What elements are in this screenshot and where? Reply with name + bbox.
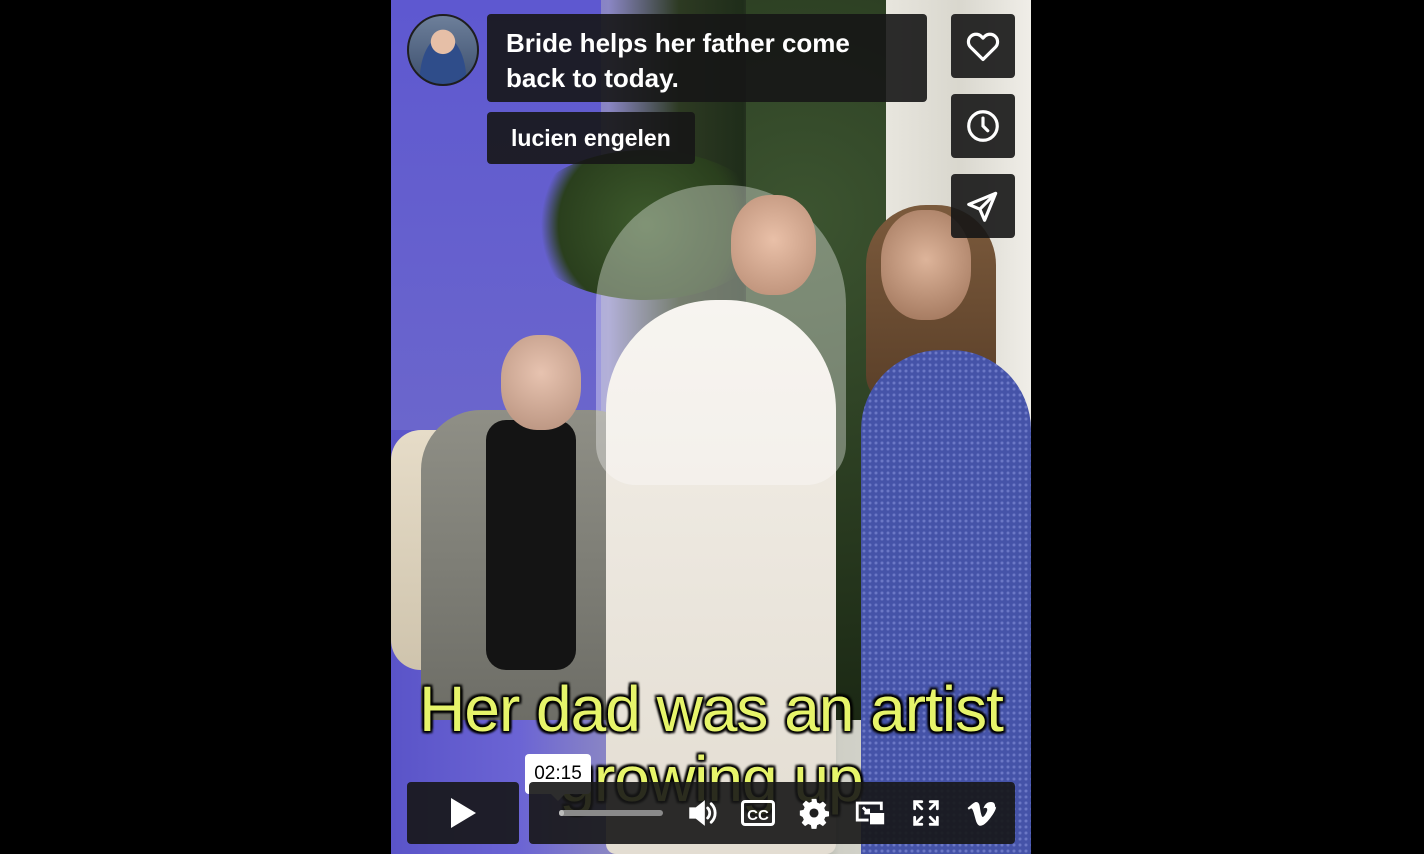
- video-frame-bride-head: [731, 195, 816, 295]
- fullscreen-button[interactable]: [908, 795, 944, 831]
- play-button[interactable]: [407, 782, 519, 844]
- volume-icon: [689, 800, 717, 826]
- video-player[interactable]: Her dad was an artist growing up Bride h…: [391, 0, 1031, 854]
- like-button[interactable]: [951, 14, 1015, 78]
- video-frame-father-shirt: [486, 420, 576, 670]
- video-title-box[interactable]: Bride helps her father come back to toda…: [487, 14, 927, 102]
- vimeo-logo-icon: [967, 801, 997, 826]
- author-avatar[interactable]: [407, 14, 479, 86]
- cc-icon: CC: [741, 800, 775, 826]
- video-title[interactable]: Bride helps her father come back to toda…: [506, 26, 916, 96]
- captions-button[interactable]: CC: [740, 795, 776, 831]
- vimeo-logo-button[interactable]: [964, 795, 1000, 831]
- gear-icon: [799, 798, 830, 829]
- video-frame-father-head: [501, 335, 581, 430]
- picture-in-picture-icon: [855, 801, 885, 825]
- progress-track[interactable]: [559, 810, 663, 816]
- progress-fill: [559, 810, 565, 816]
- play-icon: [451, 798, 476, 828]
- control-bar: CC: [407, 782, 1015, 844]
- video-caption-line-1: Her dad was an artist: [419, 673, 1004, 745]
- watch-later-button[interactable]: [951, 94, 1015, 158]
- pip-button[interactable]: [852, 795, 888, 831]
- share-button[interactable]: [951, 174, 1015, 238]
- paper-plane-icon: [967, 191, 998, 222]
- settings-button[interactable]: [796, 795, 832, 831]
- author-name[interactable]: lucien engelen: [487, 112, 695, 164]
- heart-icon: [966, 32, 1000, 62]
- fullscreen-icon: [913, 800, 939, 826]
- volume-button[interactable]: [684, 795, 720, 831]
- clock-icon: [967, 110, 999, 142]
